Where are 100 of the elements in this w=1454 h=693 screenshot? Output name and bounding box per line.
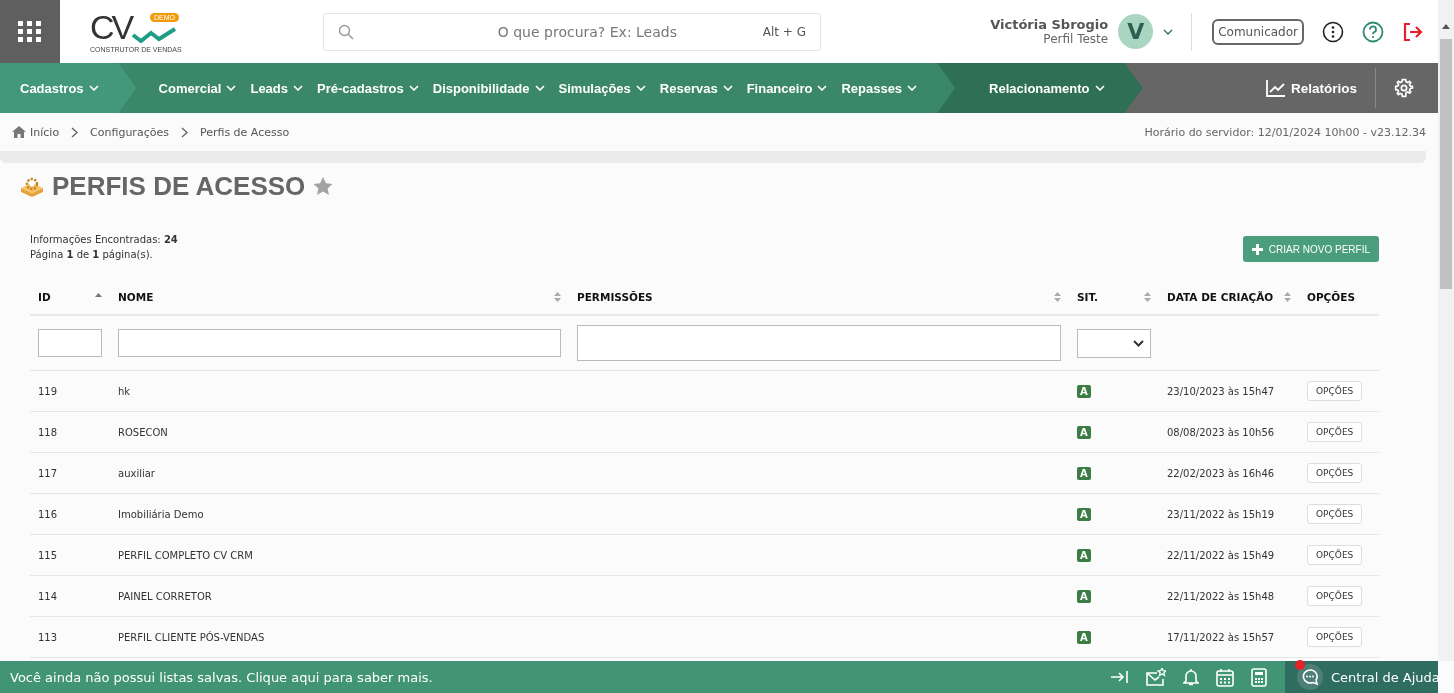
table-cell-text: 115: [37, 549, 59, 561]
more-icon[interactable]: [1322, 20, 1344, 43]
column-header[interactable]: NOME: [118, 291, 154, 303]
apps-menu-button[interactable]: [0, 0, 60, 63]
status-badge: A: [1077, 466, 1091, 480]
scrollbar-thumb[interactable]: [1440, 39, 1452, 289]
options-button[interactable]: OPÇÕES: [1307, 504, 1363, 524]
help-icon[interactable]: [1362, 20, 1384, 43]
options-button[interactable]: OPÇÕES: [1307, 422, 1363, 442]
table-cell-text: 08/08/2023 às 10h56: [1166, 426, 1276, 438]
nav-menu-item[interactable]: Comercial: [158, 80, 237, 96]
nav-menu-item[interactable]: Cadastros: [20, 80, 99, 96]
help-center-button[interactable]: Central de Ajuda: [1285, 661, 1438, 693]
chevron-down-icon: [408, 85, 419, 91]
user-profile: Perfil Teste: [1043, 32, 1109, 46]
collapse-icon[interactable]: [1111, 670, 1129, 684]
column-header[interactable]: SIT.: [1077, 291, 1099, 303]
nav-menu-item[interactable]: Disponibilidade: [432, 80, 545, 96]
table-cell-text: 116: [37, 508, 59, 520]
breadcrumb-link[interactable]: Início: [30, 125, 60, 139]
page-title: PERFIS DE ACESSO: [52, 171, 306, 202]
chevron-down-icon: [722, 85, 733, 91]
search-field[interactable]: O que procura? Ex: Leads Alt + G: [323, 12, 821, 51]
filter-input[interactable]: [118, 329, 561, 357]
table-cell-text: Imobiliária Demo: [117, 508, 205, 520]
nav-menu-item[interactable]: Relacionamento: [989, 80, 1105, 96]
chevron-down-icon: [88, 85, 99, 91]
table-cell-text: PERFIL CLIENTE PÓS-VENDAS: [117, 631, 266, 643]
sort-icon[interactable]: [1284, 292, 1291, 302]
chevron-down-icon[interactable]: [1163, 28, 1174, 35]
saved-lists-message[interactable]: Você ainda não possui listas salvas. Clique aqui para saber mais.: [0, 669, 433, 685]
sort-icon[interactable]: [1054, 292, 1061, 302]
options-button[interactable]: OPÇÕES: [1307, 545, 1363, 565]
bell-icon[interactable]: [1183, 668, 1199, 686]
chevron-right-icon: [71, 126, 79, 138]
nav-menu-item[interactable]: Reservas: [659, 80, 733, 96]
table-cell-text: 23/10/2023 às 15h47: [1166, 385, 1276, 397]
breadcrumb-link[interactable]: Perfis de Acesso: [199, 125, 290, 139]
nav-menu-item[interactable]: Simulações: [558, 80, 646, 96]
table-cell-text: hk: [117, 385, 132, 397]
options-button[interactable]: OPÇÕES: [1307, 627, 1363, 647]
sort-icon[interactable]: [1144, 292, 1151, 302]
table-cell-text: 113: [37, 631, 59, 643]
column-header[interactable]: PERMISSÕES: [577, 291, 653, 303]
nav-menu-item[interactable]: Repasses: [841, 80, 918, 96]
options-button[interactable]: OPÇÕES: [1307, 463, 1363, 483]
filter-input[interactable]: [38, 329, 102, 357]
home-icon: [12, 126, 26, 138]
sort-icon[interactable]: [554, 292, 561, 302]
nav-menu-item[interactable]: Financeiro: [746, 80, 828, 96]
status-badge: A: [1077, 507, 1091, 521]
table-cell-text: 17/11/2022 às 15h57: [1166, 631, 1276, 643]
column-header[interactable]: DATA DE CRIAÇÃO: [1167, 291, 1274, 303]
logout-icon[interactable]: [1402, 20, 1424, 43]
communicator-button[interactable]: Comunicador: [1212, 18, 1304, 45]
results-count: Informações Encontradas: 24: [30, 233, 178, 247]
chevron-down-icon: [907, 85, 918, 91]
star-icon[interactable]: [313, 177, 334, 196]
server-info: Horário do servidor: 12/01/2024 10h00 - v23.12.34: [1144, 125, 1426, 139]
table-cell-text: auxiliar: [117, 467, 156, 479]
column-header[interactable]: ID: [38, 291, 51, 303]
chevron-down-icon: [635, 85, 646, 91]
status-badge: A: [1077, 630, 1091, 644]
user-name: Victória Sbrogio: [990, 17, 1109, 32]
search-icon: [338, 23, 354, 40]
table-cell-text: PAINEL CORRETOR: [117, 590, 213, 602]
grid-icon: [18, 20, 42, 43]
table-cell-text: 22/11/2022 às 15h48: [1166, 590, 1276, 602]
status-badge: A: [1077, 384, 1091, 398]
chevron-down-icon: [1094, 85, 1105, 91]
table-cell-text: PERFIL COMPLETO CV CRM: [117, 549, 254, 561]
settings-icon[interactable]: [1394, 78, 1414, 98]
scroll-up-icon[interactable]: [1442, 24, 1450, 29]
options-button[interactable]: OPÇÕES: [1307, 586, 1363, 606]
nav-menu-item[interactable]: Pré-cadastros: [317, 80, 419, 96]
plus-icon: [1251, 243, 1263, 255]
envelope-star-icon[interactable]: [1146, 668, 1166, 686]
calculator-icon[interactable]: [1251, 667, 1267, 687]
chevron-down-icon: [1133, 339, 1144, 347]
calendar-icon[interactable]: [1216, 667, 1234, 687]
options-button[interactable]: OPÇÕES: [1307, 381, 1363, 401]
status-badge: A: [1077, 425, 1091, 439]
filter-input[interactable]: [577, 325, 1061, 361]
column-header[interactable]: OPÇÕES: [1307, 291, 1355, 303]
avatar[interactable]: V: [1118, 14, 1154, 49]
chevron-down-icon: [817, 85, 828, 91]
table-cell-text: 117: [37, 467, 59, 479]
breadcrumb-link[interactable]: Configurações: [90, 125, 169, 139]
search-input[interactable]: O que procura? Ex: Leads: [364, 22, 753, 41]
settings-box-icon: [20, 175, 44, 198]
filter-select[interactable]: [1077, 328, 1151, 358]
chevron-right-icon: [180, 126, 188, 138]
nav-menu-item[interactable]: Leads: [250, 80, 304, 96]
chart-icon: [1265, 79, 1286, 97]
scrollbar[interactable]: [1438, 0, 1454, 661]
status-badge: A: [1077, 548, 1091, 562]
logo-mark: CV: [90, 10, 132, 43]
table-cell-text: 119: [37, 385, 59, 397]
status-badge: A: [1077, 589, 1091, 603]
reports-link[interactable]: Relatórios: [1265, 79, 1357, 97]
